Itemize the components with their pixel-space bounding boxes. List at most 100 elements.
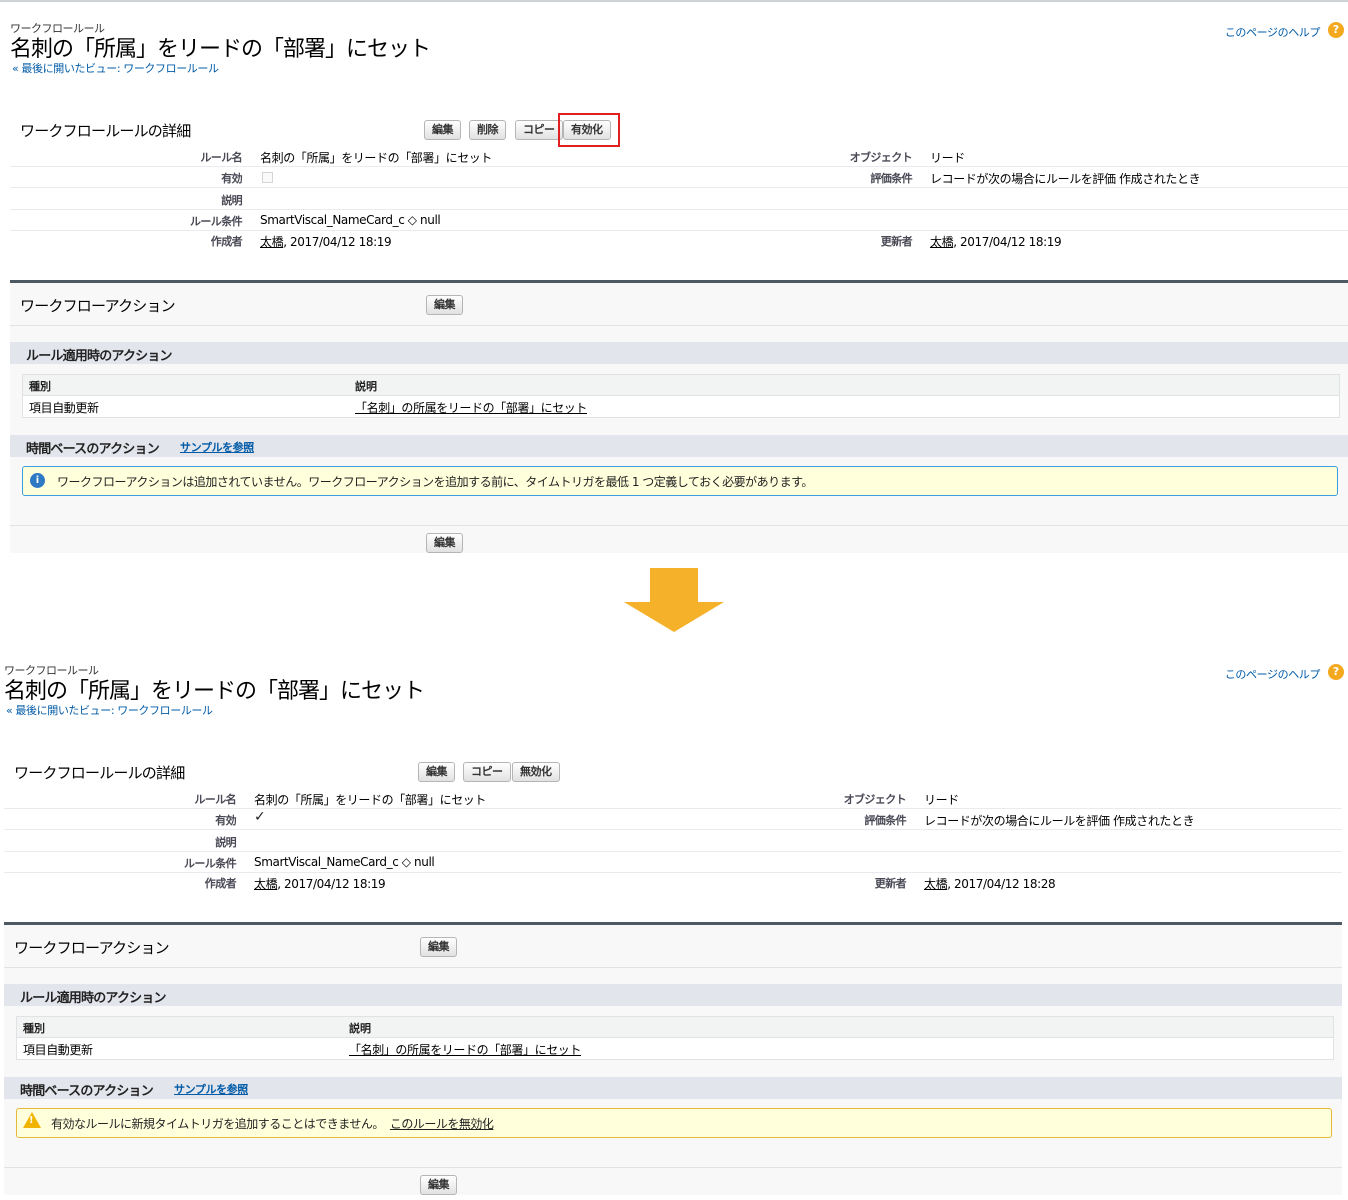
table-header: 種別 説明: [23, 375, 1339, 396]
deactivate-rule-link[interactable]: このルールを無効化: [390, 1117, 494, 1131]
down-arrow-icon: [624, 568, 724, 632]
detail-row-created: 作成者 太橋, 2017/04/12 18:19 更新者 太橋, 2017/04…: [4, 871, 1342, 892]
created-date: , 2017/04/12 18:19: [277, 877, 386, 891]
detail-row-description: 説明: [10, 188, 1348, 210]
col-type-header: 種別: [23, 1022, 45, 1035]
created-value: 太橋, 2017/04/12 18:19: [254, 875, 386, 892]
back-to-list-link[interactable]: « 最後に開いたビュー: ワークフロールール: [12, 60, 219, 76]
sample-link[interactable]: サンプルを参照: [174, 1081, 248, 1097]
modified-label: 更新者: [880, 235, 913, 248]
description-label: 説明: [221, 194, 242, 207]
description-label: 説明: [215, 836, 236, 849]
divider: [4, 1167, 1342, 1168]
col-type-header: 種別: [29, 380, 51, 393]
rule-name-value: 名刺の「所属」をリードの「部署」にセット: [254, 793, 487, 807]
sample-link[interactable]: サンプルを参照: [180, 439, 254, 455]
created-label: 作成者: [204, 877, 237, 890]
help-link[interactable]: このページのヘルプ: [1225, 666, 1321, 682]
info-icon: i: [30, 473, 45, 488]
detail-row-rule-name: ルール名 名刺の「所属」をリードの「部署」にセット オブジェクト リード: [10, 145, 1348, 167]
object-value: リード: [930, 151, 965, 165]
workflow-actions-section: ワークフローアクション 編集 ルール適用時のアクション 種別 説明 項目自動更新…: [10, 280, 1348, 553]
warning-text: 有効なルールに新規タイムトリガを追加することはできません。: [51, 1117, 384, 1131]
info-message-text: ワークフローアクションは追加されていません。ワークフローアクションを追加する前に…: [57, 475, 813, 489]
divider: [10, 525, 1348, 526]
workflow-actions-section: ワークフローアクション 編集 ルール適用時のアクション 種別 説明 項目自動更新…: [4, 922, 1342, 1195]
active-label: 有効: [215, 814, 236, 827]
warning-icon-mark: !: [29, 1115, 34, 1126]
immediate-actions-header: ルール適用時のアクション: [4, 984, 1342, 1006]
created-user-link[interactable]: 太橋: [254, 877, 278, 891]
warning-message: ! 有効なルールに新規タイムトリガを追加することはできません。 このルールを無効化: [16, 1108, 1332, 1138]
immediate-actions-header: ルール適用時のアクション: [10, 342, 1348, 364]
help-icon[interactable]: ?: [1328, 22, 1344, 38]
active-label: 有効: [221, 172, 242, 185]
bottom-edit-button[interactable]: 編集: [426, 533, 463, 553]
row-type: 項目自動更新: [23, 1043, 93, 1057]
info-message: i ワークフローアクションは追加されていません。ワークフローアクションを追加する…: [22, 466, 1338, 496]
page-title: 名刺の「所属」をリードの「部署」にセット: [4, 679, 425, 704]
detail-row-criteria: ルール条件 SmartViscal_NameCard_c ◇ null: [10, 209, 1348, 231]
actions-edit-button[interactable]: 編集: [426, 295, 463, 315]
copy-button[interactable]: コピー: [515, 120, 563, 140]
time-actions-header: 時間ベースのアクション サンプルを参照: [4, 1077, 1342, 1099]
detail-row-created: 作成者 太橋, 2017/04/12 18:19 更新者 太橋, 2017/04…: [10, 229, 1348, 250]
eval-label: 評価条件: [870, 172, 912, 185]
detail-row-rule-name: ルール名 名刺の「所属」をリードの「部署」にセット オブジェクト リード: [4, 787, 1342, 809]
workflow-actions-heading: ワークフローアクション: [14, 939, 170, 957]
activate-button[interactable]: 有効化: [563, 120, 611, 140]
immediate-actions-table: 種別 説明 項目自動更新 「名刺」の所属をリードの「部署」にセット: [16, 1016, 1334, 1060]
rule-name-value: 名刺の「所属」をリードの「部署」にセット: [260, 151, 493, 165]
criteria-value: SmartViscal_NameCard_c ◇ null: [254, 855, 435, 869]
row-type: 項目自動更新: [29, 401, 99, 415]
created-user-link[interactable]: 太橋: [260, 235, 284, 249]
modified-user-link[interactable]: 太橋: [930, 235, 954, 249]
modified-user-link[interactable]: 太橋: [924, 877, 948, 891]
help-link[interactable]: このページのヘルプ: [1225, 24, 1321, 40]
edit-button[interactable]: 編集: [424, 120, 461, 140]
object-value: リード: [924, 793, 959, 807]
table-header: 種別 説明: [17, 1017, 1333, 1038]
row-desc-link[interactable]: 「名刺」の所属をリードの「部署」にセット: [355, 399, 587, 416]
back-to-list-link[interactable]: « 最後に開いたビュー: ワークフロールール: [6, 702, 213, 718]
active-checkmark-icon: ✓: [254, 809, 266, 825]
divider: [10, 325, 1348, 326]
actions-edit-button[interactable]: 編集: [420, 937, 457, 957]
detail-row-active: 有効 ✓ 評価条件 レコードが次の場合にルールを評価 作成されたとき: [4, 808, 1342, 830]
time-actions-heading: 時間ベースのアクション: [26, 442, 160, 457]
created-value: 太橋, 2017/04/12 18:19: [260, 233, 392, 250]
detail-heading: ワークフロールールの詳細: [20, 122, 191, 140]
eval-value: レコードが次の場合にルールを評価 作成されたとき: [924, 814, 1195, 828]
immediate-actions-heading: ルール適用時のアクション: [26, 349, 173, 364]
created-label: 作成者: [210, 235, 243, 248]
criteria-label: ルール条件: [184, 857, 237, 870]
col-desc-header: 説明: [355, 380, 377, 393]
created-date: , 2017/04/12 18:19: [283, 235, 392, 249]
top-border: [0, 0, 1348, 2]
criteria-label: ルール条件: [190, 215, 243, 228]
bottom-edit-button[interactable]: 編集: [420, 1175, 457, 1195]
modified-value: 太橋, 2017/04/12 18:19: [930, 233, 1062, 250]
criteria-value: SmartViscal_NameCard_c ◇ null: [260, 213, 441, 227]
delete-button[interactable]: 削除: [469, 120, 506, 140]
deactivate-button[interactable]: 無効化: [512, 762, 560, 782]
object-label: オブジェクト: [849, 151, 913, 164]
object-label: オブジェクト: [843, 793, 907, 806]
modified-date: , 2017/04/12 18:28: [947, 877, 1056, 891]
copy-button[interactable]: コピー: [463, 762, 511, 782]
eval-value: レコードが次の場合にルールを評価 作成されたとき: [930, 172, 1201, 186]
detail-heading: ワークフロールールの詳細: [14, 764, 185, 782]
workflow-actions-heading: ワークフローアクション: [20, 297, 176, 315]
divider: [4, 967, 1342, 968]
col-desc-header: 説明: [349, 1022, 371, 1035]
immediate-actions-table: 種別 説明 項目自動更新 「名刺」の所属をリードの「部署」にセット: [22, 374, 1340, 418]
before-panel: ワークフロールール 名刺の「所属」をリードの「部署」にセット « 最後に開いたビ…: [0, 14, 1348, 559]
help-icon[interactable]: ?: [1328, 664, 1344, 680]
row-desc-link[interactable]: 「名刺」の所属をリードの「部署」にセット: [349, 1041, 581, 1058]
edit-button[interactable]: 編集: [418, 762, 455, 782]
detail-row-description: 説明: [4, 830, 1342, 852]
page-title: 名刺の「所属」をリードの「部署」にセット: [10, 37, 431, 62]
time-actions-header: 時間ベースのアクション サンプルを参照: [10, 435, 1348, 457]
modified-date: , 2017/04/12 18:19: [953, 235, 1062, 249]
detail-row-criteria: ルール条件 SmartViscal_NameCard_c ◇ null: [4, 851, 1342, 873]
